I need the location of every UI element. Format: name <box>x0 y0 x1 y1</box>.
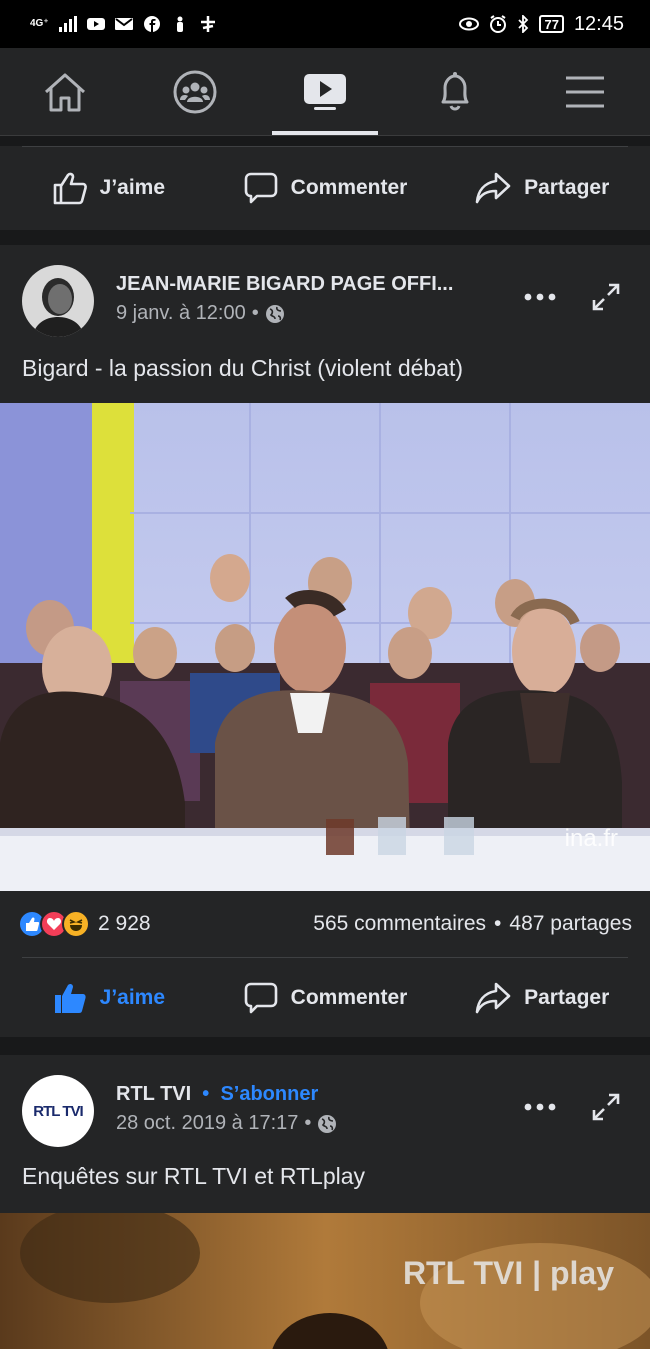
more-options-button[interactable] <box>520 1089 560 1125</box>
post-actions: J’aime Commenter Partager <box>0 958 650 1037</box>
bluetooth-icon <box>518 15 529 33</box>
previous-post-actions: J’aime Commenter Partager <box>0 146 650 230</box>
nav-notifications[interactable] <box>390 48 520 135</box>
share-label: Partager <box>524 176 610 199</box>
status-right: 77 12:45 <box>459 13 624 36</box>
nav-groups[interactable] <box>130 48 260 135</box>
thumbs-up-filled-icon <box>54 983 86 1013</box>
post-card-bigard: JEAN-MARIE BIGARD PAGE OFFI... 9 janv. à… <box>0 245 650 1037</box>
comment-icon <box>244 982 277 1013</box>
cross-icon <box>200 16 215 32</box>
more-icon <box>524 293 556 301</box>
expand-button[interactable] <box>586 1089 626 1125</box>
video-player[interactable]: ina.fr <box>0 403 650 891</box>
comment-button[interactable]: Commenter <box>217 980 434 1016</box>
reaction-count: 2 928 <box>98 912 151 935</box>
notifications-icon <box>441 71 469 110</box>
post-date[interactable]: 28 oct. 2019 à 17:17 <box>116 1112 298 1135</box>
comment-label: Commenter <box>290 985 408 1009</box>
post-stats: 2 928 565 commentaires • 487 partages <box>0 891 650 957</box>
status-left: 4G⁺ <box>30 16 217 32</box>
share-button[interactable]: Partager <box>433 980 650 1016</box>
post-caption: Enquêtes sur RTL TVI et RTLplay <box>22 1163 366 1189</box>
expand-icon <box>592 283 620 311</box>
post-header: JEAN-MARIE BIGARD PAGE OFFI... 9 janv. à… <box>22 265 632 337</box>
stats-dot: • <box>494 912 502 935</box>
like-label: J’aime <box>99 985 166 1009</box>
like-button[interactable]: J’aime <box>0 170 217 206</box>
comment-icon <box>244 172 277 204</box>
nav-home[interactable] <box>0 48 130 135</box>
facebook-icon <box>143 16 160 32</box>
network-indicator: 4G⁺ <box>30 18 49 29</box>
post-card-rtl: RTL TVI RTL TVI • S’abonner 28 oct. 2019… <box>0 1055 650 1349</box>
battery-indicator: 77 <box>539 15 564 33</box>
expand-icon <box>592 1093 620 1121</box>
engagement-counts: 565 commentaires • 487 partages <box>313 912 632 936</box>
more-icon <box>524 1103 556 1111</box>
video-watermark: RTL TVI | play <box>402 1255 614 1291</box>
accessibility-icon <box>176 16 183 32</box>
like-label: J’aime <box>99 176 166 199</box>
divider <box>22 146 628 147</box>
eye-icon <box>459 17 480 31</box>
home-icon <box>44 73 86 111</box>
video-watermark: ina.fr <box>564 825 618 852</box>
nav-menu[interactable] <box>520 48 650 135</box>
globe-icon <box>318 1114 337 1133</box>
post-meta: 9 janv. à 12:00 • <box>116 302 285 325</box>
signal-icon <box>58 16 77 32</box>
top-navigation <box>0 48 650 136</box>
post-date[interactable]: 9 janv. à 12:00 <box>116 302 246 325</box>
thumbs-up-icon <box>53 172 87 205</box>
youtube-icon <box>86 18 105 30</box>
expand-button[interactable] <box>586 279 626 315</box>
meta-dot: • <box>304 1112 312 1134</box>
shares-count[interactable]: 487 partages <box>509 912 632 936</box>
profile-photo <box>22 265 94 337</box>
share-button[interactable]: Partager <box>433 170 650 206</box>
comment-button[interactable]: Commenter <box>217 170 434 206</box>
page-name[interactable]: RTL TVI <box>116 1083 191 1105</box>
reactions-summary[interactable]: 2 928 <box>18 910 151 938</box>
page-name-row: RTL TVI • S’abonner <box>116 1083 318 1106</box>
like-button[interactable]: J’aime <box>0 980 217 1016</box>
post-header: RTL TVI RTL TVI • S’abonner 28 oct. 2019… <box>22 1075 632 1147</box>
post-meta: 28 oct. 2019 à 17:17 • <box>116 1112 337 1135</box>
clock: 12:45 <box>573 12 624 35</box>
gmail-icon <box>114 18 133 30</box>
menu-icon <box>566 76 604 107</box>
avatar[interactable]: RTL TVI <box>22 1075 94 1147</box>
avatar[interactable] <box>22 265 94 337</box>
share-icon <box>475 172 511 204</box>
globe-icon <box>265 304 284 323</box>
share-label: Partager <box>524 985 610 1009</box>
groups-icon <box>173 70 217 113</box>
status-bar: 4G⁺ 77 12:45 <box>0 0 650 48</box>
rtl-logo: RTL TVI <box>33 1102 83 1120</box>
more-options-button[interactable] <box>520 279 560 315</box>
comment-label: Commenter <box>290 176 408 199</box>
follow-dot: • <box>196 1083 215 1105</box>
video-player[interactable]: RTL TVI | play <box>0 1213 650 1349</box>
nav-watch[interactable] <box>260 48 390 135</box>
video-frame <box>0 403 650 891</box>
follow-button[interactable]: S’abonner <box>220 1083 318 1105</box>
meta-dot: • <box>251 302 259 324</box>
post-caption: Bigard - la passion du Christ (violent d… <box>22 355 464 381</box>
comments-count[interactable]: 565 commentaires <box>313 912 486 936</box>
share-icon <box>475 982 511 1013</box>
page-name[interactable]: JEAN-MARIE BIGARD PAGE OFFI... <box>116 273 453 296</box>
haha-reaction-icon <box>62 910 90 938</box>
watch-icon <box>304 73 346 110</box>
alarm-icon <box>490 15 507 33</box>
